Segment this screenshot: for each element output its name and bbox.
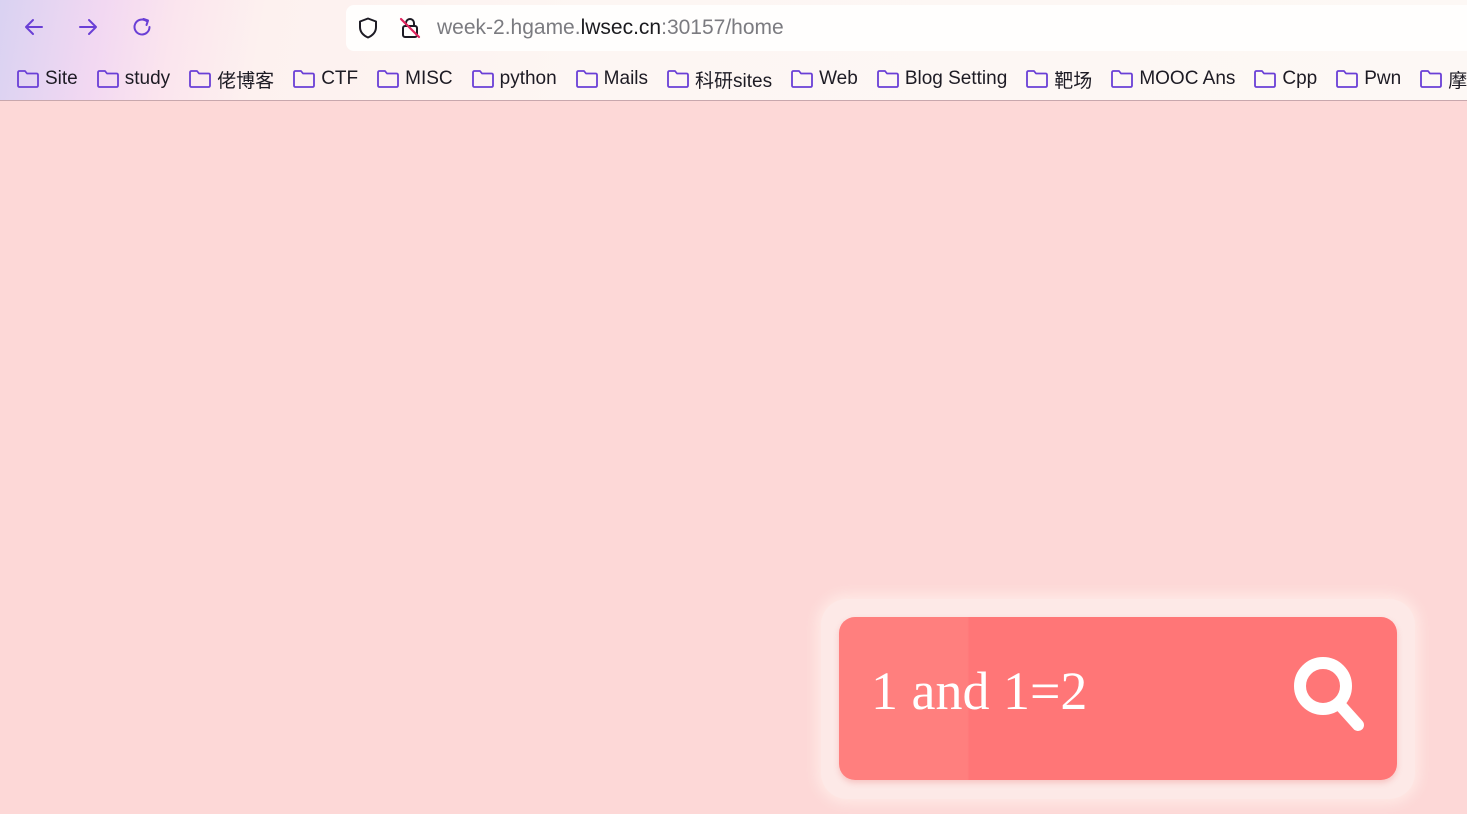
folder-icon <box>16 69 40 89</box>
bookmark-folder[interactable]: Cpp <box>1253 68 1317 90</box>
insecure-lock-icon[interactable] <box>398 16 422 40</box>
folder-icon <box>188 69 212 89</box>
folder-icon <box>876 69 900 89</box>
folder-icon <box>471 69 495 89</box>
search-input[interactable] <box>871 655 1271 727</box>
bookmark-folder[interactable]: 科研sites <box>666 66 772 93</box>
bookmark-label: MISC <box>405 68 453 89</box>
bookmark-folder[interactable]: MISC <box>376 68 453 90</box>
bookmarks-bar: Site study 佬博客 CTF MISC python Mails 科研sites Web… <box>16 64 1467 94</box>
search-container <box>821 599 1415 799</box>
bookmark-label: python <box>499 68 557 89</box>
bookmark-folder[interactable]: Pwn <box>1335 68 1401 90</box>
search-button[interactable] <box>1287 652 1369 738</box>
bookmark-folder[interactable]: 靶场 <box>1025 66 1092 93</box>
bookmark-label: CTF <box>321 68 359 89</box>
url-text[interactable]: week-2.hgame.lwsec.cn:30157/home <box>437 16 784 40</box>
bookmark-label: 佬博客 <box>217 70 275 92</box>
arrow-right-icon <box>76 15 100 43</box>
shield-icon[interactable] <box>356 16 380 40</box>
url-prefix: week-2.hgame. <box>437 16 581 39</box>
back-button[interactable] <box>17 12 51 46</box>
bookmark-label: Web <box>819 68 858 89</box>
bookmark-folder[interactable]: Mails <box>575 68 648 90</box>
bookmark-folder[interactable]: python <box>471 68 557 90</box>
browser-toolbar: week-2.hgame.lwsec.cn:30157/home Site stu… <box>0 0 1467 101</box>
bookmark-folder[interactable]: 摩 <box>1419 66 1467 93</box>
bookmark-label: study <box>124 68 171 89</box>
bookmark-label: MOOC Ans <box>1139 68 1236 89</box>
bookmark-label: Cpp <box>1282 68 1318 89</box>
forward-button[interactable] <box>71 12 105 46</box>
bookmark-folder[interactable]: Site <box>16 68 78 90</box>
bookmark-label: 科研sites <box>695 70 773 92</box>
bookmark-folder[interactable]: Web <box>790 68 858 90</box>
bookmark-folder[interactable]: 佬博客 <box>188 66 274 93</box>
bookmark-folder[interactable]: study <box>96 68 170 90</box>
arrow-left-icon <box>22 15 46 43</box>
folder-icon <box>575 69 599 89</box>
bookmark-folder[interactable]: MOOC Ans <box>1110 68 1235 90</box>
bookmark-folder[interactable]: CTF <box>292 68 358 90</box>
search-icon <box>1290 652 1366 738</box>
url-domain: lwsec.cn <box>580 16 662 39</box>
bookmark-label: Pwn <box>1364 68 1402 89</box>
folder-icon <box>790 69 814 89</box>
folder-icon <box>666 69 690 89</box>
url-path: :30157/home <box>661 16 784 39</box>
address-bar[interactable]: week-2.hgame.lwsec.cn:30157/home <box>346 5 1467 51</box>
folder-icon <box>96 69 120 89</box>
search-box <box>839 617 1397 780</box>
bookmark-label: Blog Setting <box>904 68 1008 89</box>
bookmark-label: 摩 <box>1448 70 1467 92</box>
folder-icon <box>1419 69 1443 89</box>
folder-icon <box>1025 69 1049 89</box>
folder-icon <box>1253 69 1277 89</box>
bookmark-label: Mails <box>603 68 649 89</box>
bookmark-label: 靶场 <box>1054 70 1093 92</box>
reload-icon <box>130 15 154 43</box>
folder-icon <box>1110 69 1134 89</box>
folder-icon <box>1335 69 1359 89</box>
bookmark-folder[interactable]: Blog Setting <box>876 68 1007 90</box>
reload-button[interactable] <box>125 12 159 46</box>
page-content <box>0 101 1467 814</box>
folder-icon <box>376 69 400 89</box>
bookmark-label: Site <box>45 68 78 89</box>
folder-icon <box>292 69 316 89</box>
